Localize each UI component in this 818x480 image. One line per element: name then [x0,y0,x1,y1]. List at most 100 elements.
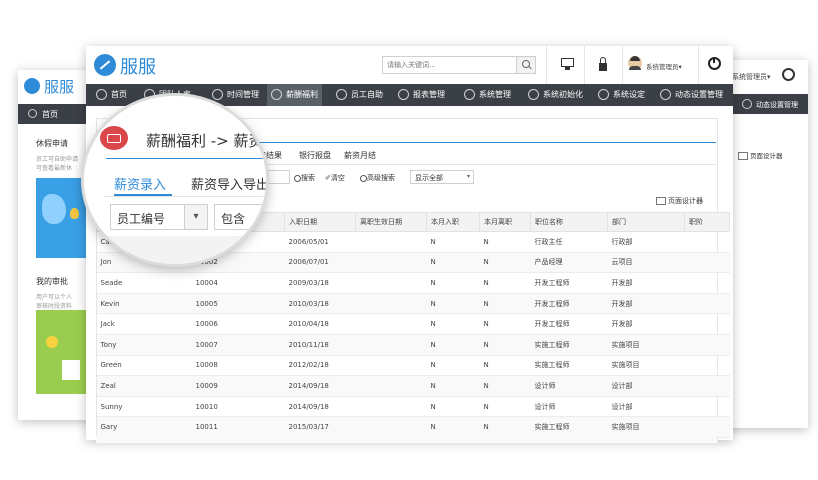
table-cell: N [479,252,531,274]
table-cell: 10007 [191,334,285,356]
table-cell: N [479,334,531,356]
table-cell: N [479,416,531,438]
nav-dynamic-settings[interactable]: 动态设置管理 [756,100,798,110]
card-title-leave: 休假申请 [36,139,68,148]
table-cell: 实施工程师 [530,334,608,356]
table-cell: 开发工程师 [530,293,608,315]
table-row[interactable]: Green 10008 2012/02/18 N N 实施工程师 实施项目 [96,355,730,377]
nav-reports[interactable]: 报表管理 [398,84,445,106]
nav-dynamic-settings[interactable]: 动态设置管理 [660,84,723,106]
col-hire-date[interactable]: 入职日期 [284,212,356,232]
top-header: 服服 系统管理员▾ [86,46,733,85]
table-row[interactable]: Tony 10007 2010/11/18 N N 实施工程师 实施项目 [96,334,730,356]
table-cell [355,396,427,418]
dynamic-icon [660,89,671,100]
table-cell [355,231,427,253]
table-row[interactable]: Jack 10006 2010/04/18 N N 开发工程师 开发部 [96,313,730,335]
user-menu[interactable]: 系统管理员▾ [646,61,682,71]
settings-icon [464,89,475,100]
table-cell: 开发部 [607,272,685,294]
power-icon[interactable] [708,57,721,70]
keyword-input[interactable] [268,170,290,184]
table-cell: 实施工程师 [530,416,608,438]
col-position[interactable]: 职位名称 [530,212,608,232]
advanced-search-button[interactable]: 高级搜索 [360,173,395,183]
init-icon [528,89,539,100]
table-cell [684,334,730,356]
nav-init[interactable]: 系统初始化 [528,84,583,106]
table-cell [355,355,427,377]
table-cell: 设计部 [607,375,685,397]
table-row[interactable]: Sunny 10010 2014/09/18 N N 设计师 设计部 [96,396,730,418]
nav-config[interactable]: 系统设定 [598,84,645,106]
tab-salary-import-export[interactable]: 薪资导入导出 [191,174,266,193]
table-cell: N [479,293,531,315]
nav-self-service[interactable]: 员工自助 [336,84,383,106]
nav-home[interactable]: 首页 [42,109,58,120]
table-cell: 2009/03/18 [284,272,356,294]
table-cell: 2012/02/18 [284,355,356,377]
table-cell: 行政部 [607,231,685,253]
lock-icon[interactable] [599,63,607,71]
tab-salary-entry[interactable]: 薪资录入 [114,174,166,193]
table-cell: 10009 [191,375,285,397]
table-cell: 2014/09/18 [284,375,356,397]
table-cell: Zeal [96,375,192,397]
table-cell: N [426,313,480,335]
person-icon [336,89,347,100]
page-designer-button[interactable]: 页面设计器 [738,150,783,160]
col-month-leave[interactable]: 本月离职 [479,212,531,232]
table-cell: N [426,416,480,438]
nav-system[interactable]: 系统管理 [464,84,511,106]
show-filter-select[interactable]: 显示全部 ▾ [410,170,474,184]
table-row[interactable]: Zeal 10009 2014/09/18 N N 设计师 设计部 [96,375,730,397]
search-input[interactable] [383,57,521,73]
user-avatar[interactable] [628,56,642,70]
table-cell: 2010/11/18 [284,334,356,356]
table-cell: 开发部 [607,293,685,315]
nav-salary[interactable]: 薪酬福利 [267,84,322,106]
table-cell [684,252,730,274]
field-select[interactable]: 员工编号 ▾ [110,204,208,230]
home-icon [28,109,37,118]
table-cell: N [479,355,531,377]
table-cell: 10008 [191,355,285,377]
card-title-approval: 我的审批 [36,277,68,286]
table-cell: 实施项目 [607,334,685,356]
col-leave-date[interactable]: 离职生效日期 [355,212,427,232]
tab-monthly-close[interactable]: 薪资月结 [344,150,376,161]
report-icon [398,89,409,100]
wallet-icon [271,89,282,100]
table-row[interactable]: Seade 10004 2009/03/18 N N 开发工程师 开发部 [96,272,730,294]
col-department[interactable]: 部门 [607,212,685,232]
table-cell: 10006 [191,313,285,335]
table-cell: 行政主任 [530,231,608,253]
table-cell: N [426,293,480,315]
logo-icon [94,54,116,76]
search-button[interactable] [516,57,535,73]
magnifier-lens: 薪酬福利 -> 薪资 薪资录入 薪资导入导出 员工编号 ▾ 包含 [84,96,266,264]
clear-button[interactable]: ✐清空 [325,173,345,183]
table-cell [684,375,730,397]
tab-bank-report[interactable]: 银行报盘 [299,150,331,161]
table-cell: N [426,231,480,253]
table-cell: N [426,355,480,377]
col-rank[interactable]: 职阶 [684,212,730,232]
table-cell: N [479,313,531,335]
page-designer-button[interactable]: 页面设计器 [656,196,703,206]
search-button[interactable]: 搜索 [294,173,315,183]
table-cell: N [479,396,531,418]
table-row[interactable]: Kevin 10005 2010/03/18 N N 开发工程师 开发部 [96,293,730,315]
power-icon[interactable] [782,68,795,81]
col-month-hire[interactable]: 本月入职 [426,212,480,232]
operator-select[interactable]: 包含 [214,204,266,230]
logo-icon [24,78,40,94]
monitor-icon[interactable] [561,58,574,67]
table-cell: 实施项目 [607,355,685,377]
table-cell: Tony [96,334,192,356]
chevron-down-icon: ▾ [466,173,470,180]
table-row[interactable]: Gary 10011 2015/03/17 N N 实施工程师 实施项目 [96,416,730,438]
right-user-menu[interactable]: 系统管理员▾ [732,72,771,82]
table-cell [684,416,730,438]
logo-text: 服服 [44,78,75,96]
